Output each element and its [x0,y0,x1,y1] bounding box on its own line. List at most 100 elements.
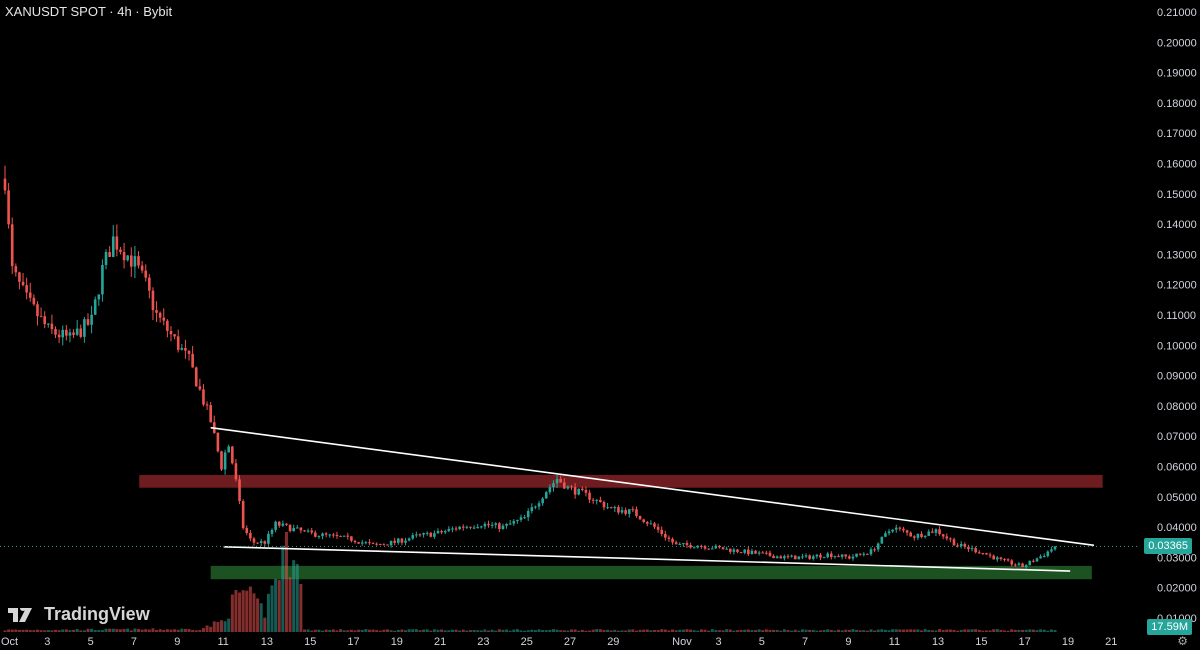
candle-down [967,546,970,550]
candle-down [664,533,667,538]
candle-down [158,312,162,318]
y-tick-label: 0.12000 [1157,280,1197,292]
candle-up [407,538,411,541]
candle-down [902,528,905,531]
volume-bar [339,629,343,632]
volume-bar [725,629,729,632]
candle-down [122,252,126,261]
volume-bar [234,590,238,632]
volume-bar [414,629,418,632]
volume-bar [133,628,137,632]
volume-bar [209,626,213,632]
volume-bar [183,628,187,632]
candle-up [411,535,415,539]
candle-down [599,499,602,502]
volume-bar [90,628,94,632]
volume-bar [956,630,960,632]
volume-bar [1049,629,1053,632]
candle-down [671,538,674,543]
volume-bar [624,630,628,632]
candle-down [588,492,591,500]
candle-down [562,482,566,489]
candle-down [656,526,660,530]
volume-bar [1042,629,1046,632]
volume-bar [165,629,169,632]
volume-bar [118,629,122,632]
volume-bar [1053,629,1057,632]
candle-down [469,526,472,528]
settings-icon[interactable]: ⚙ [1177,634,1188,648]
volume-bar [7,629,11,632]
candle-down [187,350,191,354]
volume-bar [573,629,577,632]
volume-bar [86,628,90,632]
volume-bar [606,629,610,632]
volume-bar [779,630,783,632]
volume-bar [912,629,916,632]
y-tick-label: 0.09000 [1157,371,1197,383]
candle-up [1035,558,1039,562]
volume-label: 17.59M [1147,619,1192,635]
x-tick-label: Oct [1,636,18,648]
x-tick-label: 21 [1105,636,1117,648]
volume-bar [883,629,887,632]
candle-up [111,236,115,257]
volume-bar [681,629,685,632]
candle-up [577,488,581,495]
candle-down [108,252,111,257]
volume-bar [1031,629,1035,632]
candle-down [393,540,396,543]
volume-bar [64,629,68,632]
volume-bar [570,629,574,632]
volume-bar [862,630,866,632]
x-tick-label: 9 [174,636,180,648]
candle-up [884,533,887,537]
volume-bar [227,618,231,632]
volume-bar [79,630,83,632]
volume-bar [68,630,72,632]
x-tick-label: 19 [391,636,403,648]
volume-bar [382,629,386,632]
volume-bar [660,629,664,632]
y-tick-label: 0.07000 [1157,431,1197,443]
candle-up [328,534,332,536]
volume-bar [559,630,563,632]
volume-bar [389,630,393,632]
candle-up [815,554,819,557]
candle-down [685,543,689,546]
volume-bar [847,629,851,632]
volume-bar [1021,629,1025,632]
volume-bar [324,629,328,632]
volume-bar [169,629,173,632]
price-chart[interactable]: 0.21000 0.20000 0.19000 0.18000 0.17000 0.160… [0,0,1200,650]
volume-bar [515,629,519,632]
candle-up [451,528,454,530]
volume-bar [194,630,198,632]
candle-down [945,536,949,539]
volume-bar [418,630,422,632]
candle-down [498,523,501,530]
candle-down [346,535,350,537]
volume-bar [873,630,877,632]
volume-bar [714,630,718,632]
candle-up [710,548,714,550]
y-tick-label: 0.20000 [1157,37,1197,49]
volume-bar [238,592,242,632]
candle-up [274,521,277,530]
volume-bar [411,629,415,632]
volume-bar [57,630,61,632]
volume-bar [443,630,447,632]
x-tick-label: 7 [131,636,137,648]
candle-down [350,536,353,541]
volume-bar [450,629,454,632]
volume-bar [198,630,202,632]
candle-down [339,535,342,537]
volume-bar [537,629,541,632]
candle-up [833,556,837,558]
candle-up [292,527,295,532]
volume-bar [436,629,440,632]
volume-bar [551,629,555,632]
volume-bar [541,630,545,632]
candle-down [660,529,664,534]
candle-up [876,543,880,550]
